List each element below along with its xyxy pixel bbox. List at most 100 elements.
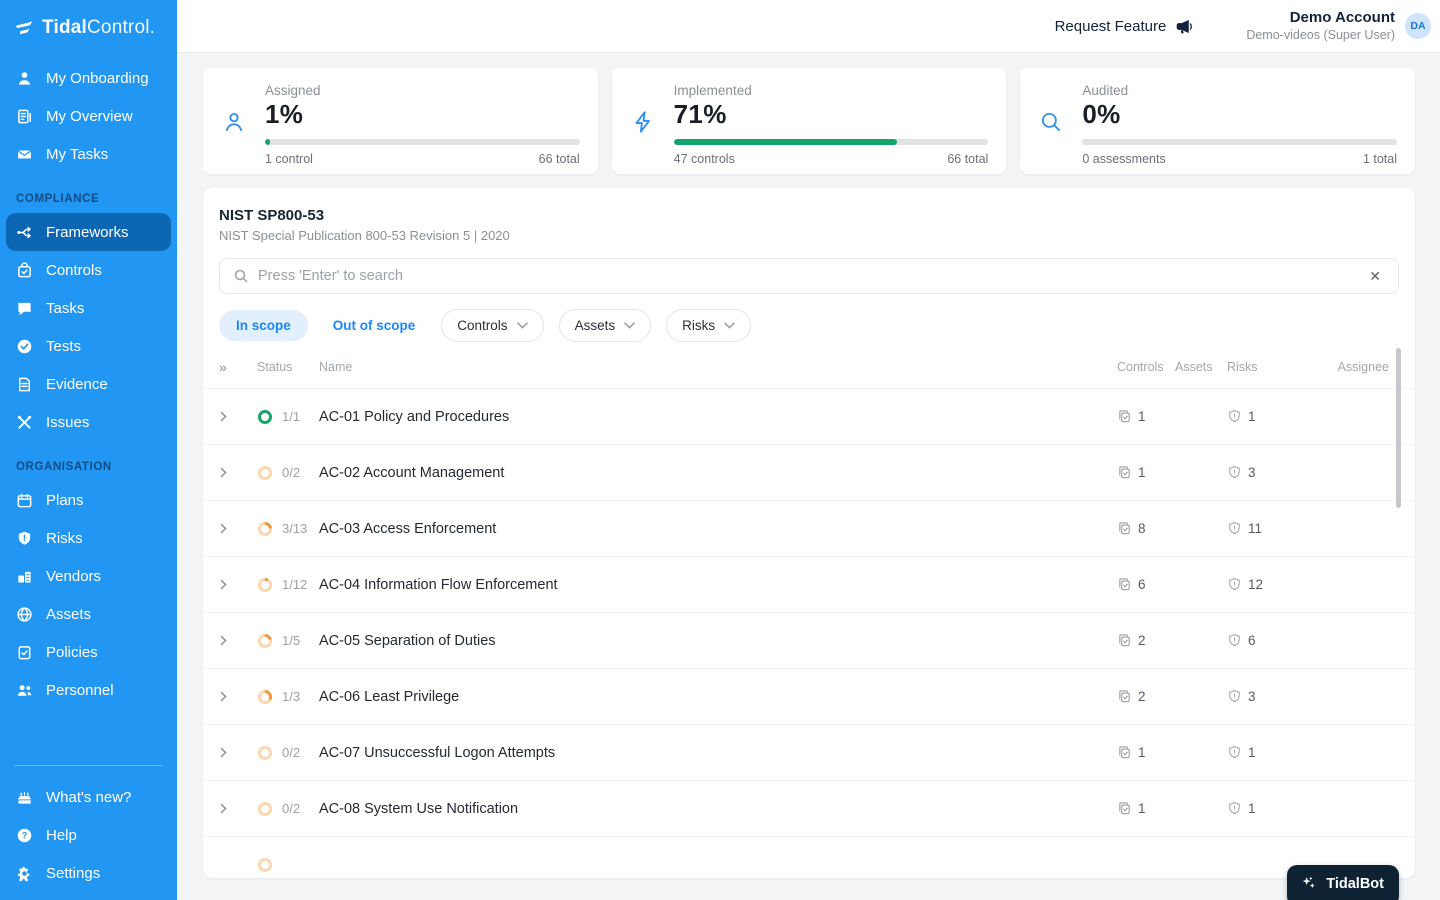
sidebar-item-frameworks[interactable]: Frameworks [6,213,171,251]
table-row[interactable]: 1/3AC-06 Least Privilege23 [203,668,1415,724]
table-body: 1/1AC-01 Policy and Procedures110/2AC-02… [203,388,1415,878]
controls-count: 2 [1117,633,1175,648]
row-expand-icon[interactable] [219,803,257,814]
search-clear-icon[interactable]: ✕ [1365,267,1385,285]
sidebar-item-evidence[interactable]: Evidence [6,365,171,403]
filter-dropdown-controls[interactable]: Controls [441,309,543,342]
control-name[interactable]: AC-06 Least Privilege [319,689,1117,705]
sidebar-item-label: Plans [46,492,84,509]
table-row[interactable]: 0/2AC-08 System Use Notification11 [203,780,1415,836]
account-name: Demo Account [1246,9,1395,28]
controls-count: 8 [1117,521,1175,536]
tidalbot-button[interactable]: TidalBot [1287,865,1399,900]
sidebar-item-help[interactable]: ? Help [6,816,171,854]
account-menu[interactable]: Demo Account Demo-videos (Super User) DA [1246,9,1431,44]
controls-count: 1 [1117,745,1175,760]
report-icon [15,107,33,125]
sidebar-item-tasks[interactable]: Tasks [6,289,171,327]
vendors-icon [15,567,33,585]
controls-icon [1117,521,1132,536]
controls-count: 1 [1117,801,1175,816]
row-expand-icon[interactable] [219,411,257,422]
filter-bar: In scope Out of scope Controls Assets Ri… [219,309,1399,342]
row-expand-icon[interactable] [219,635,257,646]
row-expand-icon[interactable] [219,523,257,534]
filter-out-of-scope[interactable]: Out of scope [333,318,416,333]
sidebar-item-whats-new[interactable]: What's new? [6,778,171,816]
globe-icon [15,605,33,623]
avatar[interactable]: DA [1405,13,1431,39]
request-feature-label: Request Feature [1055,18,1167,35]
search-input[interactable] [258,268,1356,284]
table-row[interactable]: 3/13AC-03 Access Enforcement811 [203,500,1415,556]
section-title-organisation: ORGANISATION [0,461,177,473]
status-fraction: 0/2 [282,801,300,816]
row-expand-icon[interactable] [219,467,257,478]
sidebar-item-label: Evidence [46,376,108,393]
sidebar-item-plans[interactable]: Plans [6,481,171,519]
controls-icon [1117,465,1132,480]
control-name[interactable]: AC-07 Unsuccessful Logon Attempts [319,745,1117,761]
control-name[interactable]: AC-02 Account Management [319,465,1117,481]
sidebar-item-controls[interactable]: Controls [6,251,171,289]
sidebar-item-risks[interactable]: Risks [6,519,171,557]
risks-count: 1 [1227,801,1297,816]
sidebar-item-personnel[interactable]: Personnel [6,671,171,709]
table-row[interactable]: 1/1AC-01 Policy and Procedures11 [203,388,1415,444]
sidebar-item-my-tasks[interactable]: My Tasks [6,135,171,173]
frameworks-icon [15,223,33,241]
tools-icon [15,413,33,431]
controls-icon [15,261,33,279]
sidebar-item-policies[interactable]: Policies [6,633,171,671]
control-name[interactable]: AC-08 System Use Notification [319,801,1117,817]
sidebar-item-label: Tasks [46,300,84,317]
brand-logo[interactable]: TidalControl. [0,0,177,59]
brand-name: TidalControl. [42,17,155,39]
sidebar-item-issues[interactable]: Issues [6,403,171,441]
risks-count: 6 [1227,633,1297,648]
sidebar-item-my-overview[interactable]: My Overview [6,97,171,135]
risks-count: 3 [1227,689,1297,704]
row-expand-icon[interactable] [219,691,257,702]
search-bar[interactable]: ✕ [219,258,1399,294]
controls-icon [1117,689,1132,704]
control-name[interactable]: AC-03 Access Enforcement [319,521,1117,537]
risks-count: 12 [1227,577,1297,592]
stat-right-label: 1 total [1363,152,1397,166]
table-row[interactable]: 0/2AC-02 Account Management13 [203,444,1415,500]
sidebar-item-label: Personnel [46,682,114,699]
people-icon [15,681,33,699]
sidebar-item-label: Settings [46,865,100,882]
stat-percent: 0% [1082,99,1397,130]
filter-dropdown-assets[interactable]: Assets [559,309,652,342]
progress-bar [265,139,580,145]
sidebar-item-vendors[interactable]: Vendors [6,557,171,595]
sidebar-item-tests[interactable]: Tests [6,327,171,365]
request-feature-button[interactable]: Request Feature [1055,17,1195,36]
chevron-down-icon [517,322,528,329]
row-expand-icon[interactable] [219,579,257,590]
sidebar-item-my-onboarding[interactable]: My Onboarding [6,59,171,97]
table-row[interactable] [203,836,1415,878]
column-controls: Controls [1117,360,1175,374]
risk-shield-icon [1227,521,1242,536]
control-name[interactable]: AC-04 Information Flow Enforcement [319,577,1117,593]
controls-icon [1117,409,1132,424]
filter-in-scope[interactable]: In scope [219,310,308,341]
control-name[interactable]: AC-05 Separation of Duties [319,633,1117,649]
control-name[interactable]: AC-01 Policy and Procedures [319,409,1117,425]
table-row[interactable]: 1/5AC-05 Separation of Duties26 [203,612,1415,668]
table-row[interactable]: 1/12AC-04 Information Flow Enforcement61… [203,556,1415,612]
sidebar: TidalControl. My Onboarding My Overview … [0,0,177,900]
status-donut: 0/2 [257,465,319,481]
filter-dropdown-risks[interactable]: Risks [666,309,751,342]
sidebar-item-label: Frameworks [46,224,129,241]
row-expand-icon[interactable] [219,747,257,758]
table-row[interactable]: 0/2AC-07 Unsuccessful Logon Attempts11 [203,724,1415,780]
sidebar-item-assets[interactable]: Assets [6,595,171,633]
expand-all-icon[interactable]: » [219,359,257,375]
sidebar-item-label: Risks [46,530,83,547]
scrollbar-thumb[interactable] [1396,348,1401,508]
sidebar-item-settings[interactable]: Settings [6,854,171,892]
risks-count: 11 [1227,521,1297,536]
